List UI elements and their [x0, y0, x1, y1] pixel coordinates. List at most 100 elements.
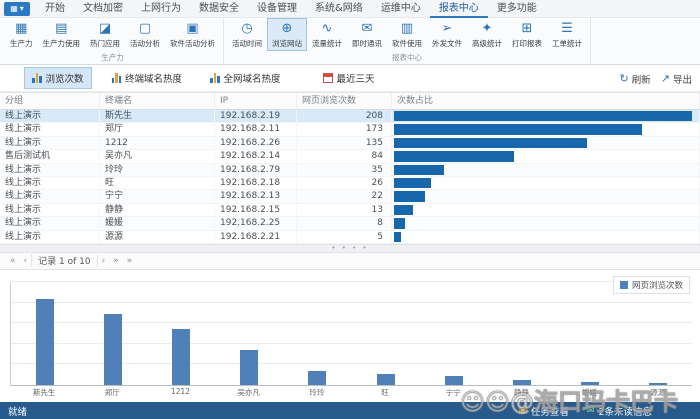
x-axis-label: 静静: [487, 387, 555, 399]
view-button-0[interactable]: 浏览次数: [24, 67, 92, 89]
ribbon-button[interactable]: ◷活动时间: [227, 18, 267, 51]
legend-label: 网页浏览次数: [632, 279, 683, 291]
x-axis-label: 旺: [351, 387, 419, 399]
task-view-item[interactable]: ▣任务查看: [518, 404, 569, 418]
view-button-2[interactable]: 全网域名热度: [202, 67, 289, 89]
cell-ratio-bar: [392, 177, 700, 189]
view-button-3[interactable]: 最近三天: [315, 67, 383, 89]
ribbon-button-label: 外发文件: [432, 38, 462, 49]
cell-ratio-bar: [392, 110, 700, 122]
ribbon-button-label: 生产力: [10, 38, 33, 49]
column-header-3[interactable]: 网页浏览次数: [297, 93, 392, 109]
ribbon-group-items: ▦生产力▤生产力使用◪热门应用▢活动分析▣软件活动分析: [5, 18, 220, 53]
tab-6[interactable]: 运维中心: [372, 0, 430, 18]
cell-count: 13: [297, 204, 392, 216]
table-row[interactable]: 线上演示静静192.168.2.1513: [0, 204, 700, 217]
ratio-bar: [394, 232, 401, 242]
ribbon-button[interactable]: ▣软件活动分析: [165, 18, 220, 51]
pager-next-button[interactable]: ›: [98, 256, 110, 266]
column-header-2[interactable]: IP: [215, 93, 297, 109]
gridline: [11, 281, 692, 282]
chart-x-axis-labels: 斯先生郑厅1212吴亦凡玲玲旺宁宁静静媛媛源源: [10, 387, 692, 399]
ribbon-button[interactable]: ⊞打印报表: [507, 18, 547, 51]
pager-more-button[interactable]: »: [123, 256, 137, 266]
column-header-4[interactable]: 次数占比: [392, 93, 700, 109]
ribbon-button[interactable]: ✉即时通讯: [347, 18, 387, 51]
tab-5[interactable]: 系统&网络: [306, 0, 372, 18]
pager-first-button[interactable]: «: [6, 256, 20, 266]
refresh-icon: ↻: [620, 72, 629, 85]
export-button[interactable]: ↗导出: [661, 72, 692, 86]
pager-last-button[interactable]: »: [109, 256, 123, 266]
pager-prev-button[interactable]: ‹: [20, 256, 32, 266]
table-header: 分组终端名IP网页浏览次数次数占比: [0, 93, 700, 110]
status-item-label: 2条未读信息: [598, 404, 652, 418]
tab-3[interactable]: 数据安全: [190, 0, 248, 18]
tab-0[interactable]: 开始: [36, 0, 74, 18]
table-row[interactable]: 线上演示媛媛192.168.2.258: [0, 217, 700, 230]
cell-count: 84: [297, 150, 392, 162]
tab-8[interactable]: 更多功能: [488, 0, 546, 18]
table-row[interactable]: 线上演示斯先生192.168.2.19208: [0, 110, 700, 123]
tab-2[interactable]: 上网行为: [132, 0, 190, 18]
ribbon-button[interactable]: ◪热门应用: [85, 18, 125, 51]
cell-ratio-bar: [392, 204, 700, 216]
ribbon-button[interactable]: ▦生产力: [5, 18, 38, 51]
table-row[interactable]: 线上演示宁宁192.168.2.1322: [0, 190, 700, 203]
table-row[interactable]: 线上演示郑厅192.168.2.11173: [0, 123, 700, 136]
table-row[interactable]: 线上演示旺192.168.2.1826: [0, 177, 700, 190]
view-button-1[interactable]: 终端域名热度: [104, 67, 191, 89]
tab-1[interactable]: 文档加密: [74, 0, 132, 18]
cell-count: 8: [297, 217, 392, 229]
chart-bar: [513, 380, 531, 385]
ribbon-button-label: 打印报表: [512, 38, 542, 49]
refresh-button[interactable]: ↻刷新: [620, 72, 651, 86]
ribbon-button-icon: ⊕: [282, 21, 293, 37]
chart-bar: [104, 314, 122, 385]
mail-icon: ✉: [587, 406, 595, 416]
cell-ratio-bar: [392, 137, 700, 149]
action-label: 导出: [673, 72, 692, 86]
column-header-1[interactable]: 终端名: [100, 93, 215, 109]
cell-group: 线上演示: [0, 177, 100, 189]
ribbon-button-label: 高级统计: [472, 38, 502, 49]
ribbon-button[interactable]: ⊕浏览网站: [267, 18, 307, 51]
cell-ratio-bar: [392, 123, 700, 135]
table-row[interactable]: 线上演示源源192.168.2.215: [0, 231, 700, 244]
ribbon-button-icon: ▥: [401, 21, 413, 37]
tab-4[interactable]: 设备管理: [248, 0, 306, 18]
ratio-bar: [394, 151, 514, 161]
ribbon-button-icon: ▢: [139, 21, 151, 37]
chart-bar: [649, 383, 667, 385]
ratio-bar: [394, 205, 413, 215]
ribbon-button[interactable]: ☰工单统计: [547, 18, 587, 51]
ribbon-button[interactable]: ▤生产力使用: [38, 18, 86, 51]
ribbon-button[interactable]: ▥软件使用: [387, 18, 427, 51]
cell-ip: 192.168.2.19: [215, 110, 297, 122]
status-bar-right: ▣任务查看 ✉2条未读信息: [518, 404, 692, 418]
ribbon-button-icon: ✉: [362, 21, 373, 37]
ribbon-button[interactable]: ▢活动分析: [125, 18, 165, 51]
cell-ip: 192.168.2.21: [215, 231, 297, 243]
ribbon-button[interactable]: ∿流量统计: [307, 18, 347, 51]
pager-record-text: 记录 1 of 10: [31, 254, 97, 267]
cell-group: 线上演示: [0, 231, 100, 243]
unread-messages-item[interactable]: ✉2条未读信息: [587, 404, 652, 418]
cell-group: 线上演示: [0, 190, 100, 202]
app-menu-button[interactable]: ▦ ▾: [4, 2, 30, 16]
app-icon: ▦: [10, 4, 18, 13]
table-row[interactable]: 线上演示1212192.168.2.26135: [0, 137, 700, 150]
ratio-bar: [394, 178, 431, 188]
tab-7[interactable]: 报表中心: [430, 0, 488, 18]
x-axis-label: 1212: [146, 387, 214, 399]
view-button-label: 终端域名热度: [125, 71, 182, 85]
cell-ratio-bar: [392, 217, 700, 229]
ribbon-button-icon: ∿: [322, 21, 333, 37]
ribbon-button[interactable]: ➢外发文件: [427, 18, 467, 51]
table-row[interactable]: 线上演示玲玲192.168.2.7935: [0, 164, 700, 177]
cell-group: 售后测试机: [0, 150, 100, 162]
splitter-handle[interactable]: • • • •: [0, 244, 700, 253]
column-header-0[interactable]: 分组: [0, 93, 100, 109]
ribbon-button[interactable]: ✦高级统计: [467, 18, 507, 51]
table-row[interactable]: 售后测试机吴亦凡192.168.2.1484: [0, 150, 700, 163]
